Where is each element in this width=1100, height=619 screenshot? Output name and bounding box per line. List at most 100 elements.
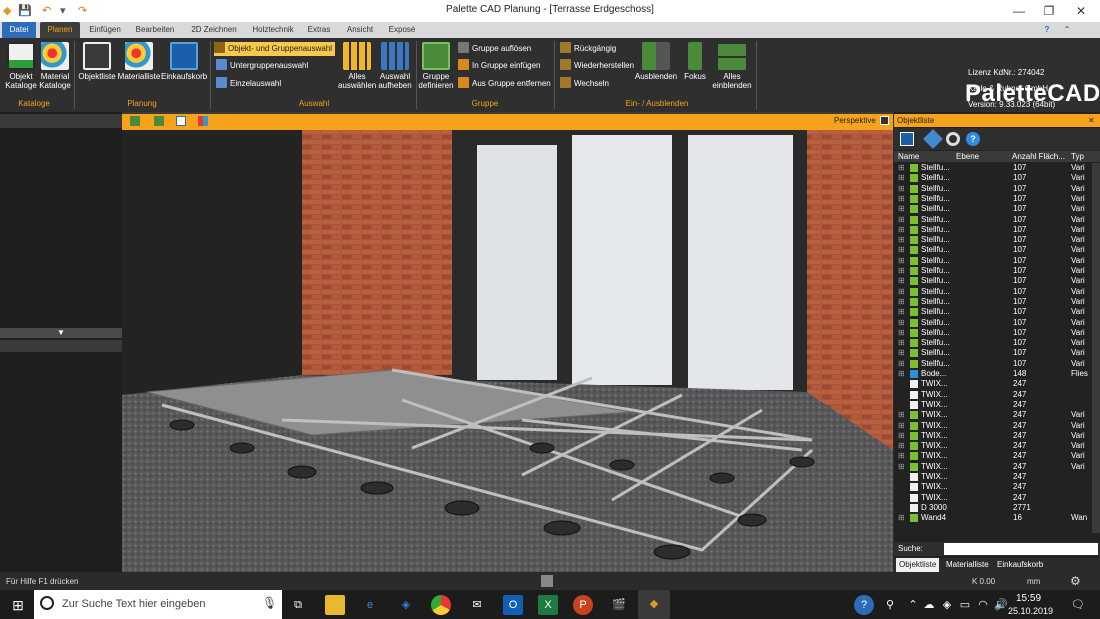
expand-icon[interactable]: ⊞ bbox=[898, 297, 905, 307]
notification-icon[interactable]: 🗨 bbox=[1068, 595, 1088, 615]
untergruppenauswahl-button[interactable]: Untergruppenauswahl bbox=[216, 59, 308, 73]
list-item[interactable]: ⊞ Stellfu... 107 Vari bbox=[894, 266, 1100, 276]
expand-icon[interactable]: ⊞ bbox=[898, 441, 905, 451]
list-item[interactable]: ⊞ TWIX... 247 Vari bbox=[894, 462, 1100, 472]
expand-icon[interactable]: ⊞ bbox=[898, 235, 905, 245]
column-name[interactable]: Name bbox=[898, 151, 919, 162]
pane-close-icon[interactable]: ✕ bbox=[1088, 114, 1095, 127]
expand-icon[interactable]: ⊞ bbox=[898, 462, 905, 472]
expand-icon[interactable]: ⊞ bbox=[898, 421, 905, 431]
material-kataloge-button[interactable]: Material Kataloge bbox=[38, 42, 72, 90]
tab-materialliste[interactable]: Materialliste bbox=[946, 558, 989, 572]
expand-icon[interactable]: ⊞ bbox=[898, 451, 905, 461]
column-ebene[interactable]: Ebene bbox=[956, 151, 979, 162]
rueckgaengig-button[interactable]: Rückgängig bbox=[560, 42, 616, 56]
list-item[interactable]: ⊞ Stellfu... 107 Vari bbox=[894, 348, 1100, 358]
expand-icon[interactable]: ⊞ bbox=[898, 194, 905, 204]
list-item[interactable]: ⊞ Stellfu... 107 Vari bbox=[894, 318, 1100, 328]
list-item[interactable]: ⊞ Stellfu... 107 Vari bbox=[894, 276, 1100, 286]
list-item[interactable]: ⊞ Stellfu... 107 Vari bbox=[894, 256, 1100, 266]
expand-icon[interactable]: ⊞ bbox=[898, 173, 905, 183]
list-item[interactable]: ⊞ Stellfu... 107 Vari bbox=[894, 215, 1100, 225]
list-item[interactable]: ⊞ TWIX... 247 Vari bbox=[894, 441, 1100, 451]
list-item[interactable]: ⊞ Stellfu... 107 Vari bbox=[894, 245, 1100, 255]
edge-icon[interactable]: e bbox=[360, 595, 380, 615]
powerpoint-icon[interactable]: P bbox=[573, 595, 593, 615]
microphone-icon[interactable]: 🎙 bbox=[262, 596, 277, 610]
alles-einblenden-button[interactable]: Alles einblenden bbox=[712, 42, 752, 90]
expand-icon[interactable]: ⊞ bbox=[898, 318, 905, 328]
settings-gear-icon[interactable]: ⚙ bbox=[1070, 574, 1081, 588]
list-item[interactable]: TWIX... 247 bbox=[894, 472, 1100, 482]
tab-extras[interactable]: Extras bbox=[304, 22, 334, 38]
expand-icon[interactable]: ⊞ bbox=[898, 276, 905, 286]
in-gruppe-einfuegen-button[interactable]: In Gruppe einfügen bbox=[458, 59, 541, 73]
file-explorer-icon[interactable] bbox=[325, 595, 345, 615]
taskbar-search[interactable]: Zur Suche Text hier eingeben 🎙 bbox=[34, 590, 282, 619]
list-item[interactable]: ⊞ Wand4 16 Wan bbox=[894, 513, 1100, 523]
refresh-icon[interactable] bbox=[946, 132, 960, 146]
list-item[interactable]: TWIX... 247 bbox=[894, 493, 1100, 503]
expand-icon[interactable]: ⊞ bbox=[898, 513, 905, 523]
materialliste-button[interactable]: Materialliste bbox=[116, 42, 162, 81]
dropbox-icon[interactable]: ◈ bbox=[396, 595, 416, 615]
expand-icon[interactable]: ⊞ bbox=[898, 338, 905, 348]
tray-arrow-icon[interactable]: ⌃ bbox=[906, 595, 920, 615]
view-frame-icon[interactable] bbox=[176, 116, 186, 126]
expand-icon[interactable]: ⊞ bbox=[898, 431, 905, 441]
expand-icon[interactable]: ⊞ bbox=[898, 348, 905, 358]
render-icon[interactable] bbox=[198, 116, 208, 126]
battery-icon[interactable]: ▭ bbox=[958, 595, 972, 615]
list-item[interactable]: ⊞ TWIX... 247 Vari bbox=[894, 410, 1100, 420]
expand-icon[interactable]: ⊞ bbox=[898, 359, 905, 369]
einzelauswahl-button[interactable]: Einzelauswahl bbox=[216, 77, 281, 91]
grid-toggle-icon[interactable] bbox=[541, 575, 553, 587]
minimize-button[interactable]: — bbox=[1004, 2, 1034, 20]
tab-einfuegen[interactable]: Einfügen bbox=[84, 22, 126, 38]
expand-icon[interactable]: ⊞ bbox=[898, 184, 905, 194]
list-item[interactable]: ⊞ Stellfu... 107 Vari bbox=[894, 194, 1100, 204]
column-typ[interactable]: Typ bbox=[1071, 151, 1084, 162]
dropbox-tray-icon[interactable]: ◈ bbox=[940, 595, 954, 615]
list-item[interactable]: TWIX... 247 bbox=[894, 400, 1100, 410]
help-icon[interactable]: ? bbox=[1040, 22, 1054, 38]
splitter-arrow-icon[interactable]: ▼ bbox=[0, 328, 122, 338]
objekt-gruppenauswahl-button[interactable]: Objekt- und Gruppenauswahl bbox=[214, 42, 336, 56]
list-item[interactable]: D 3000 2771 bbox=[894, 503, 1100, 513]
expand-icon[interactable]: ⊞ bbox=[898, 225, 905, 235]
alles-auswaehlen-button[interactable]: Alles auswählen bbox=[338, 42, 376, 90]
expand-icon[interactable]: ⊞ bbox=[898, 215, 905, 225]
list-item[interactable]: ⊞ TWIX... 247 Vari bbox=[894, 431, 1100, 441]
expand-icon[interactable]: ⊞ bbox=[898, 410, 905, 420]
close-button[interactable]: ✕ bbox=[1066, 2, 1096, 20]
list-item[interactable]: ⊞ TWIX... 247 Vari bbox=[894, 451, 1100, 461]
wifi-icon[interactable]: ◠ bbox=[976, 595, 990, 615]
gruppe-definieren-button[interactable]: Gruppe definieren bbox=[418, 42, 454, 90]
tab-2d-zeichnen[interactable]: 2D Zeichnen bbox=[186, 22, 242, 38]
list-item[interactable]: ⊞ Stellfu... 107 Vari bbox=[894, 328, 1100, 338]
objekt-kataloge-button[interactable]: Objekt Kataloge bbox=[4, 42, 38, 90]
list-item[interactable]: TWIX... 247 bbox=[894, 390, 1100, 400]
view-mode-icon[interactable] bbox=[154, 116, 164, 126]
list-item[interactable]: ⊞ Stellfu... 107 Vari bbox=[894, 173, 1100, 183]
tab-datei[interactable]: Datei bbox=[2, 22, 36, 38]
help-icon[interactable]: ? bbox=[966, 132, 980, 146]
list-item[interactable]: ⊞ TWIX... 247 Vari bbox=[894, 421, 1100, 431]
list-item[interactable]: ⊞ Stellfu... 107 Vari bbox=[894, 163, 1100, 173]
column-anzahl[interactable]: Anzahl Fläch... bbox=[1012, 151, 1065, 162]
aus-gruppe-entfernen-button[interactable]: Aus Gruppe entfernen bbox=[458, 77, 551, 91]
volume-icon[interactable]: 🔊 bbox=[994, 595, 1008, 615]
maximize-button[interactable]: ❐ bbox=[1034, 2, 1064, 20]
list-item[interactable]: TWIX... 247 bbox=[894, 379, 1100, 389]
tab-einkaufskorb[interactable]: Einkaufskorb bbox=[997, 558, 1043, 572]
video-editor-icon[interactable]: 🎬 bbox=[609, 595, 629, 615]
list-item[interactable]: ⊞ Stellfu... 107 Vari bbox=[894, 235, 1100, 245]
outlook-icon[interactable]: O bbox=[503, 595, 523, 615]
expand-icon[interactable]: ⊞ bbox=[898, 266, 905, 276]
einkaufskorb-button[interactable]: Einkaufskorb bbox=[161, 42, 207, 81]
list-item[interactable]: ⊞ Stellfu... 107 Vari bbox=[894, 287, 1100, 297]
people-icon[interactable]: ⚲ bbox=[880, 595, 900, 615]
task-view-icon[interactable]: ⧉ bbox=[288, 595, 308, 615]
maximize-view-icon[interactable] bbox=[880, 116, 889, 125]
expand-icon[interactable]: ⊞ bbox=[898, 245, 905, 255]
